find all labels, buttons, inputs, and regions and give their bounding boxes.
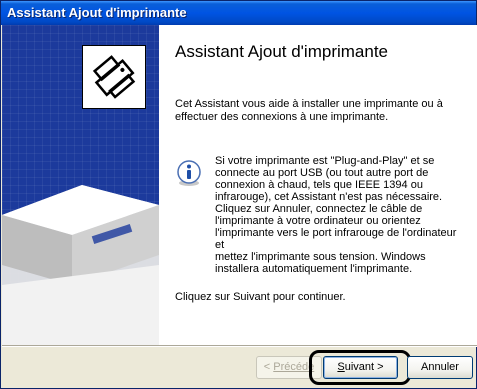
back-button-prefix: < <box>263 361 274 373</box>
title-bar[interactable]: Assistant Ajout d'imprimante <box>1 1 476 25</box>
info-line: connexion à chaud, tels que IEEE 1394 ou <box>215 179 423 191</box>
info-message: Si votre imprimante est "Plug-and-Play" … <box>215 155 465 275</box>
intro-text: Cet Assistant vous aide à installer une … <box>175 98 443 123</box>
wizard-side-panel <box>2 25 159 345</box>
printer-wizard-icon <box>82 45 146 109</box>
info-icon <box>175 159 203 192</box>
info-line: Si votre imprimante est "Plug-and-Play" … <box>215 155 435 167</box>
cancel-button[interactable]: Annuler <box>407 356 473 379</box>
info-line: Cliquez sur Annuler, connectez le câble … <box>215 203 423 215</box>
continue-instruction: Cliquez sur Suivant pour continuer. <box>175 291 346 303</box>
highlight-ring <box>309 350 411 385</box>
info-line: infrarouge), cet Assistant n'est pas néc… <box>215 191 443 203</box>
info-line: connecte au port USB (ou tout autre port… <box>215 167 429 179</box>
wizard-window: Assistant Ajout d'imprimante Assistant A… <box>0 0 477 389</box>
page-title: Assistant Ajout d'imprimante <box>175 42 389 61</box>
info-line: l'imprimante vers le port infrarouge de … <box>215 227 457 251</box>
wizard-content: Assistant Ajout d'imprimante Cet Assista… <box>159 25 477 345</box>
info-line: l'imprimante à votre ordinateur ou orien… <box>215 215 421 227</box>
info-line: mettez l'imprimante sous tension. Window… <box>215 251 426 263</box>
window-title: Assistant Ajout d'imprimante <box>7 5 187 20</box>
printer-illustration <box>2 185 159 345</box>
cancel-button-label: Annuler <box>421 361 459 373</box>
footer-divider <box>2 345 477 347</box>
info-line: installera automatiquement l'imprimante. <box>215 263 413 275</box>
